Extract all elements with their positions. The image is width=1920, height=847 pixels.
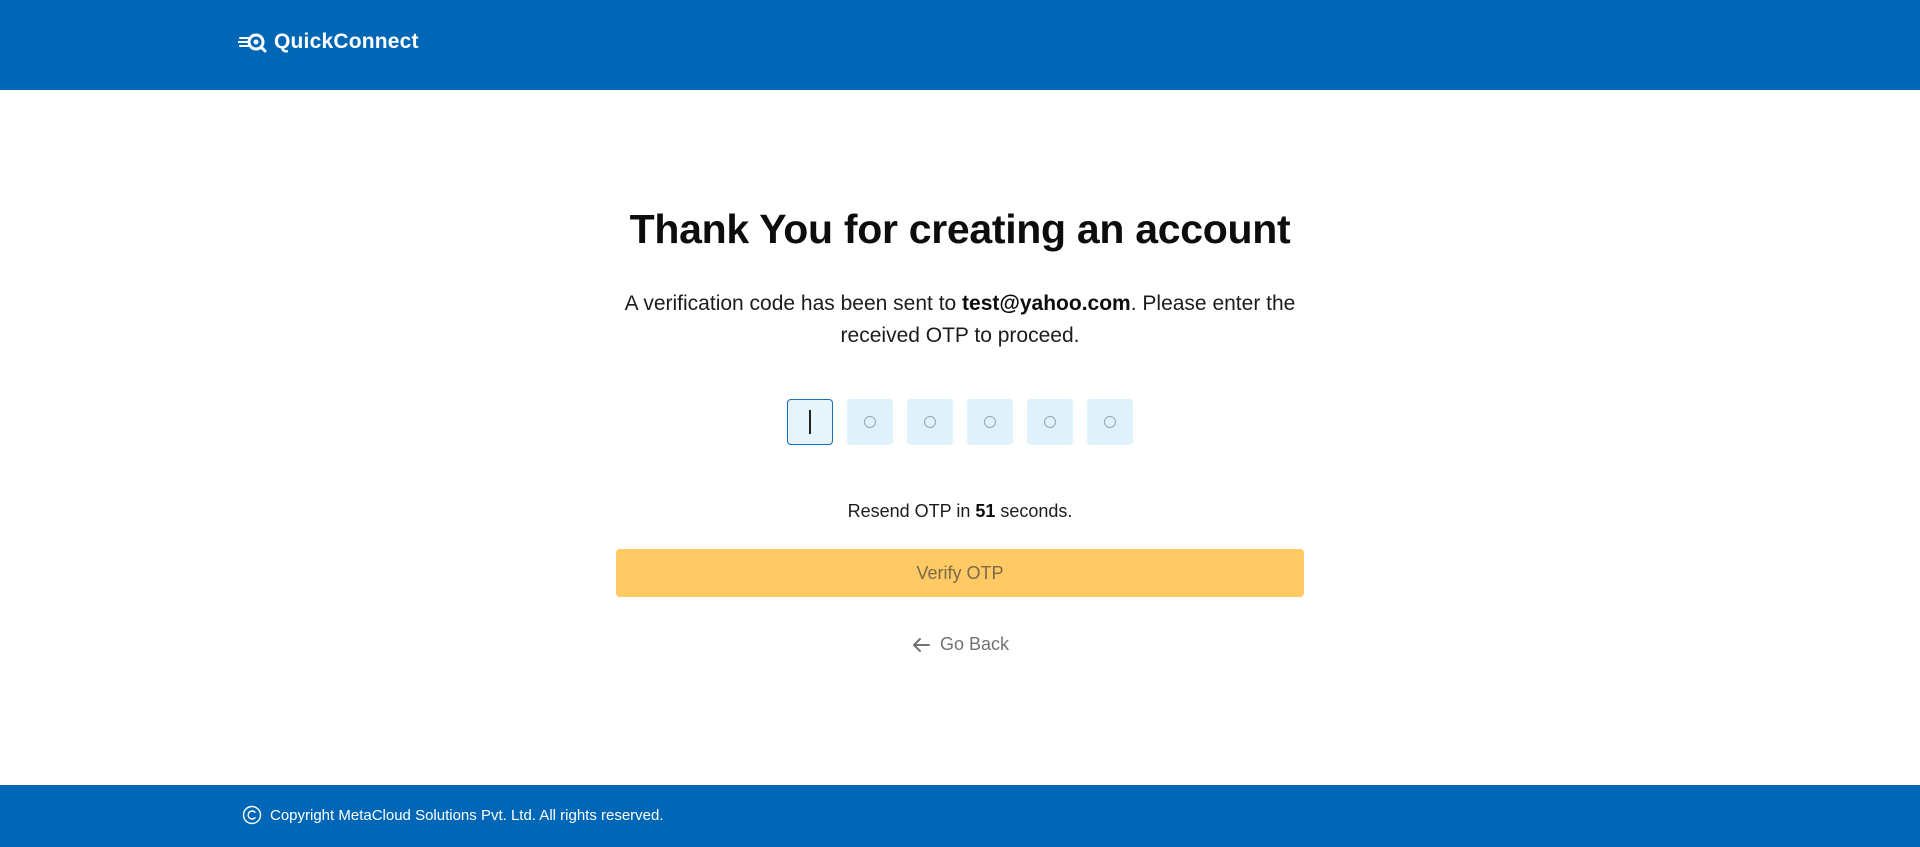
copyright-notice: Copyright MetaCloud Solutions Pvt. Ltd. … <box>242 805 664 825</box>
copyright-text: Copyright MetaCloud Solutions Pvt. Ltd. … <box>270 806 664 824</box>
otp-digit-1[interactable] <box>787 399 833 445</box>
verify-otp-button[interactable]: Verify OTP <box>616 549 1304 597</box>
brand-logo[interactable]: QuickConnect <box>237 30 419 54</box>
message-prefix: A verification code has been sent to <box>624 292 963 315</box>
page-footer: Copyright MetaCloud Solutions Pvt. Ltd. … <box>0 785 1920 847</box>
main-content: Thank You for creating an account A veri… <box>0 90 1920 785</box>
top-header: QuickConnect <box>0 0 1920 90</box>
otp-digit-6[interactable] <box>1087 399 1133 445</box>
go-back-label: Go Back <box>939 634 1010 654</box>
resend-prefix: Resend OTP in <box>847 501 976 521</box>
otp-digit-2[interactable] <box>847 399 893 445</box>
otp-placeholder-dot <box>1104 416 1116 428</box>
otp-input-group <box>787 399 1133 445</box>
resend-suffix: seconds. <box>995 501 1073 521</box>
quickconnect-logo-icon <box>237 30 268 54</box>
otp-placeholder-dot <box>984 416 996 428</box>
otp-placeholder-dot <box>864 416 876 428</box>
page-title: Thank You for creating an account <box>629 206 1291 252</box>
otp-digit-5[interactable] <box>1027 399 1073 445</box>
verification-message: A verification code has been sent to tes… <box>600 288 1320 352</box>
otp-digit-3[interactable] <box>907 399 953 445</box>
text-caret <box>809 410 811 434</box>
copyright-icon <box>242 805 262 825</box>
brand-name: QuickConnect <box>274 30 419 53</box>
resend-seconds: 51 <box>975 501 996 521</box>
email-address: test@yahoo.com <box>962 292 1131 315</box>
go-back-link[interactable]: Go Back <box>911 634 1009 655</box>
resend-timer: Resend OTP in 51 seconds. <box>0 501 1920 522</box>
arrow-left-icon <box>911 636 931 654</box>
otp-placeholder-dot <box>924 416 936 428</box>
otp-digit-4[interactable] <box>967 399 1013 445</box>
go-back-row: Go Back <box>0 634 1920 655</box>
otp-placeholder-dot <box>1044 416 1056 428</box>
